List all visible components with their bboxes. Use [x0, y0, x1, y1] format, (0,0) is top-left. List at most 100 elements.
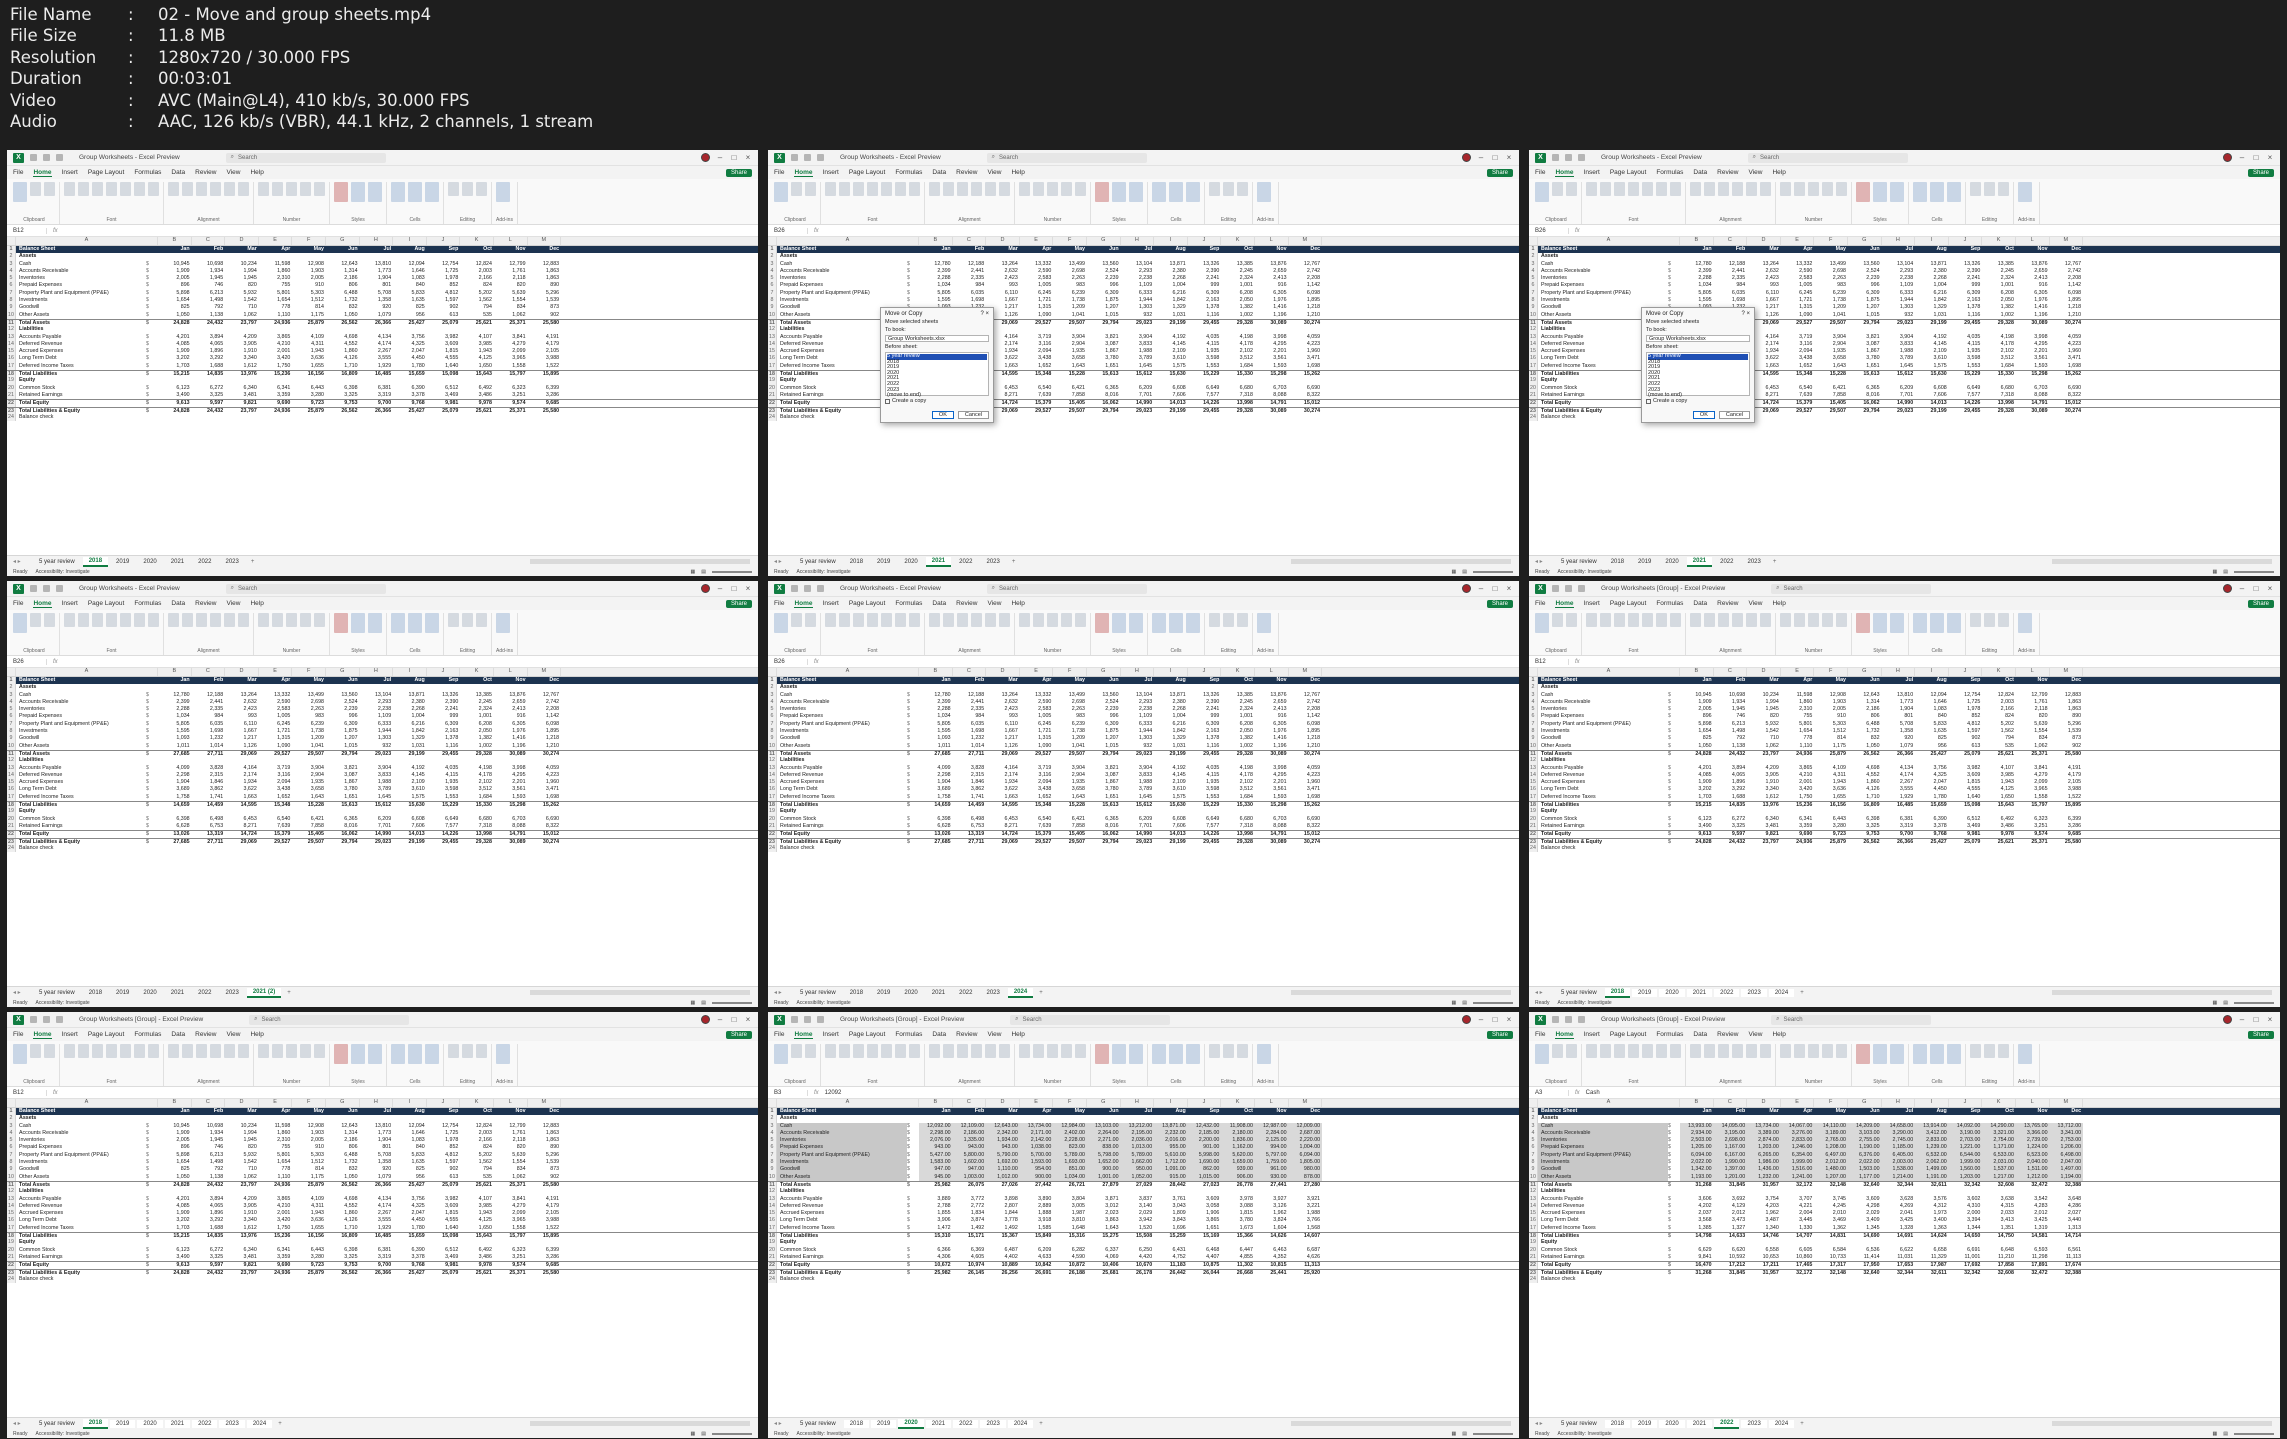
row-label[interactable]: Inventories: [777, 1137, 907, 1145]
cell-value[interactable]: 1,314: [1848, 699, 1882, 706]
cell-value[interactable]: 11,329: [1915, 1254, 1949, 1261]
cell-value[interactable]: 2,047: [393, 1210, 427, 1217]
cell-empty[interactable]: [2050, 414, 2084, 421]
cell-value[interactable]: 4,059: [1289, 334, 1323, 341]
column-header[interactable]: E: [259, 1099, 293, 1107]
cell-value[interactable]: 920: [360, 304, 394, 311]
minimize-icon[interactable]: –: [716, 584, 724, 593]
cell-value[interactable]: 956: [1915, 743, 1949, 750]
cell-value[interactable]: 2,241: [1949, 275, 1983, 282]
column-header[interactable]: G: [1848, 237, 1882, 245]
cell-value[interactable]: 4,178: [1982, 341, 2016, 348]
row-label[interactable]: Deferred Income Taxes: [1538, 794, 1668, 801]
cell-empty[interactable]: [259, 845, 293, 852]
cell-value[interactable]: 13,264: [225, 692, 259, 699]
tab-scroll-arrows-icon[interactable]: ◂ ▸: [1535, 558, 1553, 565]
cell-value[interactable]: 10,234: [225, 261, 259, 268]
column-header[interactable]: G: [1087, 668, 1121, 676]
ribbon-button[interactable]: [1586, 1044, 1597, 1058]
column-header[interactable]: A: [777, 1099, 919, 1107]
cell-value[interactable]: 3,438: [1020, 355, 1054, 362]
cell-value[interactable]: 1,929: [360, 363, 394, 370]
cell-value[interactable]: 1,692.00: [986, 1159, 1020, 1167]
cell-value[interactable]: 10,945: [1680, 692, 1714, 699]
cell-value[interactable]: 6,369: [953, 1247, 987, 1254]
cell-value[interactable]: 12,432.00: [1187, 1122, 1222, 1130]
column-header[interactable]: F: [292, 1099, 326, 1107]
sheet-tab[interactable]: 2022: [192, 558, 217, 566]
cell-value[interactable]: 13,810: [360, 1123, 394, 1130]
cell-value[interactable]: 1,909: [1680, 779, 1714, 786]
cell-empty[interactable]: [158, 845, 192, 852]
row-label[interactable]: Total Equity: [777, 1262, 907, 1268]
cell-empty[interactable]: [1949, 1188, 1983, 1195]
ribbon-button[interactable]: [1169, 1044, 1183, 1064]
cell-empty[interactable]: [1221, 1239, 1255, 1246]
row-label[interactable]: Investments: [1538, 297, 1668, 304]
cell-empty[interactable]: [1289, 684, 1323, 691]
ribbon-button[interactable]: [957, 1044, 968, 1058]
cell-value[interactable]: 2,698: [1053, 699, 1087, 706]
cell-value[interactable]: 2,324: [1221, 706, 1255, 713]
sheet-tab[interactable]: 5 year review: [33, 989, 81, 997]
tab-page-layout[interactable]: Page Layout: [849, 600, 886, 607]
cell-value[interactable]: 832: [1848, 735, 1882, 742]
cell-empty[interactable]: [2050, 757, 2084, 764]
cell-value[interactable]: 6,213: [192, 290, 226, 297]
ribbon-button[interactable]: [224, 182, 235, 196]
row-label[interactable]: Accounts Receivable: [16, 268, 146, 275]
sheet-tab[interactable]: 2022: [192, 989, 217, 997]
cell-value[interactable]: 916: [1255, 282, 1289, 289]
cell-value[interactable]: 13,212.00: [1120, 1122, 1155, 1130]
cell-empty[interactable]: [494, 684, 528, 691]
cell-value[interactable]: 2,094: [1020, 779, 1054, 786]
cell-value[interactable]: 3,400: [1915, 1217, 1949, 1224]
cell-value[interactable]: 1,895: [1289, 728, 1323, 735]
ribbon-button[interactable]: [351, 182, 365, 202]
cell-value[interactable]: 1,210: [528, 743, 562, 750]
cell-empty[interactable]: [192, 1239, 226, 1246]
cell-value[interactable]: 1,004.00: [1288, 1144, 1323, 1152]
row-label[interactable]: Other Assets: [16, 743, 146, 750]
close-icon[interactable]: ×: [2266, 153, 2274, 162]
cell-value[interactable]: 1,635: [1915, 728, 1949, 735]
cell-value[interactable]: 3,319: [1882, 823, 1916, 830]
cell-empty[interactable]: [1188, 1115, 1222, 1122]
cell-value[interactable]: 3,622: [225, 786, 259, 793]
column-header[interactable]: J: [427, 668, 461, 676]
sheet-tab[interactable]: 5 year review: [794, 558, 842, 566]
cell-value[interactable]: 5,427.00: [919, 1151, 953, 1160]
cell-value[interactable]: 1,703: [1680, 794, 1714, 801]
cell-value[interactable]: 3,780: [1087, 355, 1121, 362]
cell-value[interactable]: 1,208.00: [1814, 1144, 1848, 1152]
horizontal-scrollbar[interactable]: [2052, 990, 2272, 995]
cell-value[interactable]: 2,050: [1221, 297, 1255, 304]
cell-value[interactable]: 13,026: [919, 831, 953, 837]
tab-insert[interactable]: Insert: [1584, 169, 1600, 176]
cell-empty[interactable]: [292, 1188, 326, 1195]
row-label[interactable]: Balance check: [16, 1276, 146, 1283]
cell-value[interactable]: 1,725: [427, 268, 461, 275]
cell-value[interactable]: 6,309: [1188, 290, 1222, 297]
cell-value[interactable]: 12,094: [393, 1123, 427, 1130]
ribbon-button[interactable]: [1718, 1044, 1729, 1058]
tab-page-layout[interactable]: Page Layout: [849, 169, 886, 176]
cell-empty[interactable]: [528, 377, 562, 384]
cell-empty[interactable]: [1020, 326, 1054, 333]
ribbon-button[interactable]: [1129, 1044, 1143, 1064]
cell-value[interactable]: 2,208: [1289, 706, 1323, 713]
ribbon-button[interactable]: [853, 182, 864, 196]
ribbon-button[interactable]: [425, 182, 439, 202]
cell-value[interactable]: 910: [1814, 713, 1848, 720]
cell-value[interactable]: 3,780: [1221, 1217, 1255, 1224]
ribbon-button[interactable]: [1732, 182, 1743, 196]
ribbon-button[interactable]: [92, 1044, 103, 1058]
sheet-tab[interactable]: 5 year review: [1555, 989, 1603, 997]
cell-empty[interactable]: [494, 1115, 528, 1122]
cell-value[interactable]: 2,754.00: [1982, 1137, 2016, 1145]
cell-value[interactable]: 1,062: [225, 312, 259, 319]
cell-value[interactable]: 6,282: [1053, 1247, 1087, 1254]
sheet-tab[interactable]: 5 year review: [794, 1420, 842, 1428]
cell-value[interactable]: 6,421: [292, 816, 326, 823]
sheet-tab[interactable]: 2024: [1768, 1419, 1795, 1428]
